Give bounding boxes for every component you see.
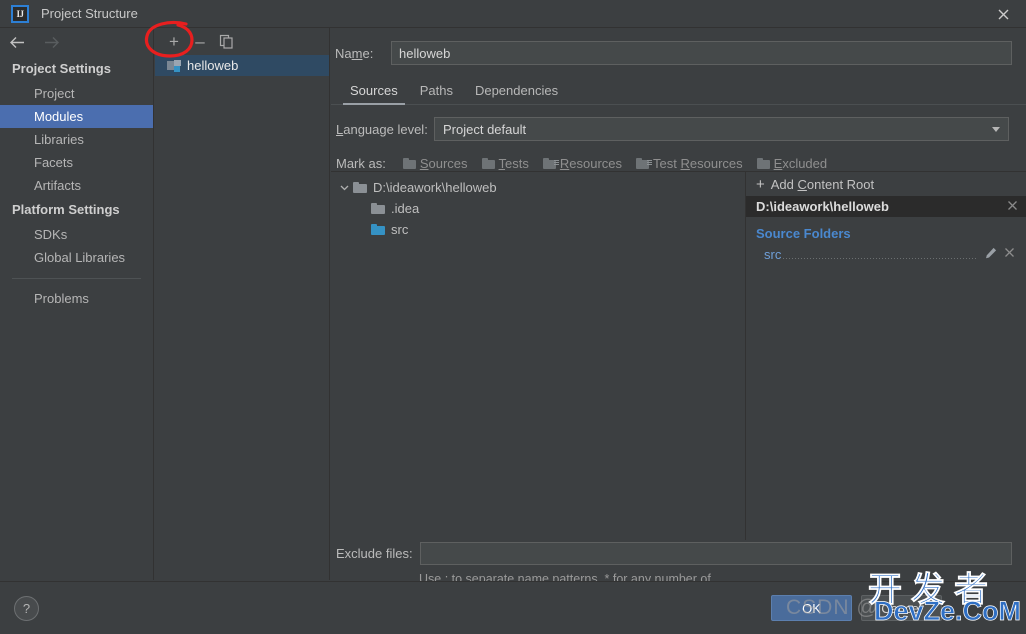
- folder-tree: D:\ideawork\helloweb .idea src: [331, 171, 746, 540]
- tab-sources[interactable]: Sources: [339, 83, 409, 105]
- edit-source-folder-icon[interactable]: [982, 247, 1000, 262]
- remove-source-folder-icon[interactable]: [1000, 247, 1018, 261]
- mark-as-resources-button[interactable]: Resources: [536, 156, 629, 171]
- module-detail-panel: Name: Sources Paths Dependencies Languag…: [331, 28, 1026, 602]
- sidebar-item-artifacts[interactable]: Artifacts: [0, 174, 153, 197]
- sidebar-item-sdks[interactable]: SDKs: [0, 223, 153, 246]
- mark-as-test-resources-button[interactable]: Test Resources: [629, 156, 750, 171]
- navigation-arrows: [0, 28, 153, 56]
- sidebar-item-problems[interactable]: Problems: [0, 287, 153, 310]
- folder-excluded-icon: [756, 157, 770, 169]
- window-title: Project Structure: [41, 6, 138, 21]
- module-name-input[interactable]: [391, 41, 1012, 65]
- plus-icon: +: [756, 175, 765, 193]
- modules-panel: + – helloweb: [155, 28, 330, 580]
- module-name: helloweb: [187, 58, 239, 73]
- mark-as-tests-button[interactable]: Tests: [475, 156, 536, 171]
- intellij-logo-icon: IJ: [11, 4, 29, 23]
- folder-tests-icon: [481, 157, 495, 169]
- arrow-right-icon: [44, 36, 59, 48]
- sidebar-item-global-libraries[interactable]: Global Libraries: [0, 246, 153, 269]
- folder-source-icon: [371, 224, 385, 235]
- mark-as-excluded-button[interactable]: Excluded: [750, 156, 834, 171]
- content-root-path: D:\ideawork\helloweb: [756, 199, 889, 214]
- sidebar-item-libraries[interactable]: Libraries: [0, 128, 153, 151]
- copy-icon: [219, 34, 233, 49]
- tree-row-label: src: [391, 222, 409, 237]
- title-bar: IJ Project Structure: [0, 0, 1026, 28]
- minus-icon: –: [195, 32, 205, 51]
- dotted-separator: [783, 258, 976, 259]
- cancel-label: Cancel: [881, 600, 922, 616]
- project-structure-dialog: IJ Project Structure Project Settings Pr…: [0, 0, 1026, 634]
- module-name-row: Name:: [331, 38, 1026, 68]
- settings-sidebar: Project Settings Project Modules Librari…: [0, 28, 154, 580]
- language-level-label: Language level:: [336, 121, 428, 137]
- help-button[interactable]: ?: [14, 596, 39, 621]
- sources-content-split: D:\ideawork\helloweb .idea src + Add Con…: [331, 171, 1026, 540]
- tab-paths[interactable]: Paths: [409, 83, 464, 104]
- copy-module-button[interactable]: [213, 31, 239, 53]
- sidebar-group-platform-settings: Platform Settings: [12, 202, 120, 217]
- remove-module-button[interactable]: –: [187, 31, 213, 53]
- tree-row[interactable]: .idea: [331, 198, 745, 219]
- sidebar-item-project[interactable]: Project: [0, 82, 153, 105]
- content-roots-pane: + Add Content Root D:\ideawork\helloweb …: [746, 171, 1026, 540]
- logo-text: IJ: [16, 8, 24, 19]
- add-content-root-button[interactable]: + Add Content Root: [746, 172, 1026, 196]
- sidebar-item-facets[interactable]: Facets: [0, 151, 153, 174]
- add-module-button[interactable]: +: [161, 31, 187, 53]
- folder-icon: [353, 182, 367, 193]
- source-folder-name: src: [764, 246, 782, 262]
- tree-row[interactable]: D:\ideawork\helloweb: [331, 177, 745, 198]
- modules-toolbar: + –: [155, 28, 329, 55]
- module-list-item-helloweb[interactable]: helloweb: [155, 55, 329, 76]
- exclude-files-input[interactable]: [420, 541, 1012, 565]
- tab-dependencies[interactable]: Dependencies: [464, 83, 569, 104]
- folder-resources-icon: [542, 157, 559, 169]
- chevron-down-icon[interactable]: [335, 183, 353, 192]
- forward-button[interactable]: [42, 33, 60, 51]
- folder-icon: [371, 203, 385, 214]
- mark-as-label: Mark as:: [336, 155, 386, 171]
- language-level-row: Language level: Project default: [331, 116, 1026, 142]
- tree-row-label: D:\ideawork\helloweb: [373, 180, 497, 195]
- tree-row[interactable]: src: [331, 219, 745, 240]
- folder-test-resources-icon: [636, 157, 653, 169]
- folder-sources-icon: [402, 157, 416, 169]
- module-tabs: Sources Paths Dependencies: [331, 77, 1026, 105]
- source-folder-row[interactable]: src: [746, 244, 1026, 264]
- exclude-files-row: Exclude files:: [331, 540, 1026, 566]
- chevron-down-icon: [992, 127, 1000, 132]
- exclude-files-label: Exclude files:: [336, 545, 413, 561]
- ok-label: OK: [802, 600, 821, 616]
- sidebar-item-modules[interactable]: Modules: [0, 105, 153, 128]
- mark-as-sources-button[interactable]: Sources: [396, 156, 475, 171]
- module-name-label: Name:: [335, 45, 374, 61]
- tree-row-label: .idea: [391, 201, 420, 216]
- modules-list: helloweb: [155, 55, 329, 76]
- ok-button[interactable]: OK: [771, 595, 852, 621]
- arrow-left-icon: [9, 36, 24, 48]
- language-level-value: Project default: [443, 121, 527, 137]
- language-level-select[interactable]: Project default: [434, 117, 1009, 141]
- plus-icon: +: [169, 32, 179, 51]
- help-label: ?: [22, 601, 31, 616]
- cancel-button[interactable]: Cancel: [861, 595, 942, 621]
- sidebar-group-project-settings: Project Settings: [12, 61, 111, 76]
- source-folders-title: Source Folders: [756, 226, 851, 241]
- close-icon: [998, 9, 1008, 19]
- module-icon: [167, 59, 181, 72]
- back-button[interactable]: [8, 33, 26, 51]
- sidebar-divider: [12, 278, 141, 279]
- remove-content-root-icon[interactable]: [1007, 199, 1018, 214]
- content-root-header: D:\ideawork\helloweb: [746, 196, 1026, 217]
- close-window-button[interactable]: [980, 0, 1026, 28]
